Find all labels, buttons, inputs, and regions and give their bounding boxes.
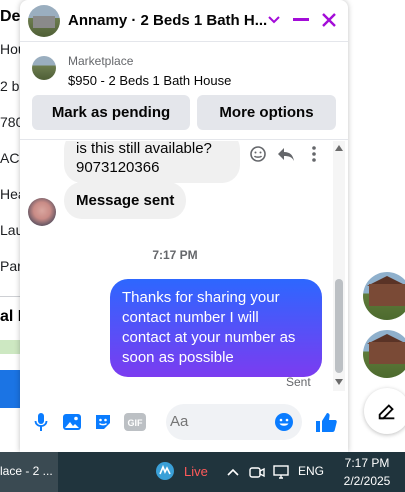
clock-time[interactable]: 7:17 PM <box>336 456 398 470</box>
mark-as-pending-button[interactable]: Mark as pending <box>32 95 190 130</box>
background-heading: al I <box>0 308 23 325</box>
sender-avatar[interactable] <box>28 198 56 226</box>
compose-icon <box>378 404 395 420</box>
chat-head-listing[interactable] <box>363 272 405 320</box>
listing-avatar[interactable] <box>28 5 60 37</box>
scroll-thumb[interactable] <box>335 279 343 373</box>
message-thread: is this still available? 9073120366 Mess… <box>20 141 348 391</box>
message-input-box[interactable] <box>166 404 302 440</box>
background-divider <box>0 296 22 297</box>
live-label[interactable]: Live <box>184 464 208 479</box>
windows-taskbar: lace - 2 ... Live ENG 7:17 PM 2/2/2025 <box>0 452 405 492</box>
svg-text:GIF: GIF <box>128 418 144 428</box>
new-message-button[interactable] <box>364 388 405 434</box>
minimize-icon[interactable] <box>291 10 311 30</box>
chat-header[interactable]: Annamy · 2 Beds 1 Bath H... <box>20 0 348 42</box>
microphone-icon[interactable] <box>30 411 52 433</box>
listing-category: Marketplace <box>68 54 134 68</box>
messenger-chat-window: Annamy · 2 Beds 1 Bath H... Marketplace … <box>20 0 348 452</box>
scroll-up-icon <box>335 145 343 151</box>
listing-preview[interactable]: Marketplace $950 - 2 Beds 1 Bath House M… <box>20 42 348 140</box>
news-widget-icon[interactable] <box>154 460 176 482</box>
thumbs-up-icon[interactable] <box>315 411 337 433</box>
listing-thumbnail <box>32 56 56 80</box>
camera-icon[interactable] <box>248 463 266 481</box>
language-indicator[interactable]: ENG <box>298 464 324 478</box>
emoji-icon[interactable] <box>274 412 294 432</box>
message-timestamp: 7:17 PM <box>152 248 198 262</box>
message-input[interactable] <box>170 413 270 430</box>
incoming-message-bubble[interactable]: Message sent <box>64 182 187 219</box>
chevron-up-icon[interactable] <box>224 463 242 481</box>
message-text: 9073120366 <box>76 159 160 176</box>
more-vertical-icon[interactable] <box>304 144 324 164</box>
photo-icon[interactable] <box>61 411 83 433</box>
clock-date[interactable]: 2/2/2025 <box>336 474 398 488</box>
react-icon[interactable] <box>248 144 268 164</box>
background-title: De <box>0 8 21 25</box>
close-icon[interactable] <box>319 10 339 30</box>
background-action-button[interactable] <box>0 370 22 408</box>
chevron-down-icon[interactable] <box>264 10 284 30</box>
message-text: is this still available? <box>76 141 212 157</box>
outgoing-message-bubble[interactable]: Thanks for sharing your contact number I… <box>110 279 322 377</box>
house-image <box>369 284 405 306</box>
scroll-down-icon <box>335 379 343 385</box>
incoming-message-bubble[interactable]: is this still available? 9073120366 <box>64 141 240 183</box>
chat-title[interactable]: Annamy · 2 Beds 1 Bath H... <box>68 12 267 29</box>
sticker-icon[interactable] <box>92 411 114 433</box>
message-status: Sent <box>286 375 311 389</box>
gif-icon[interactable]: GIF <box>124 411 146 433</box>
house-image <box>369 342 405 364</box>
message-scrollbar[interactable] <box>333 141 345 391</box>
listing-name[interactable]: $950 - 2 Beds 1 Bath House <box>68 73 231 88</box>
chat-head-listing[interactable] <box>363 330 405 378</box>
message-composer: GIF <box>20 400 348 444</box>
reply-icon[interactable] <box>276 144 296 164</box>
taskbar-app-button[interactable]: lace - 2 ... <box>0 452 58 492</box>
more-options-button[interactable]: More options <box>197 95 336 130</box>
network-icon[interactable] <box>272 463 290 481</box>
background-progress <box>0 340 22 354</box>
